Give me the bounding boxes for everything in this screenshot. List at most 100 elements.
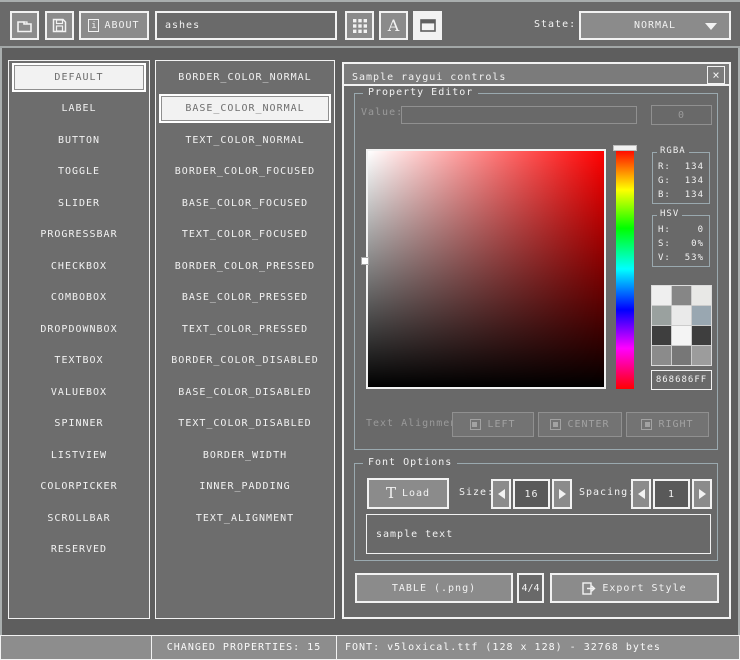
palette-swatch[interactable] bbox=[652, 306, 671, 325]
close-button[interactable]: × bbox=[707, 66, 725, 84]
spacing-value-box[interactable]: 1 bbox=[653, 479, 690, 509]
list-item-listview[interactable]: LISTVIEW bbox=[12, 441, 146, 470]
prop-border-color-focused[interactable]: BORDER_COLOR_FOCUSED bbox=[159, 157, 331, 186]
list-item-reserved[interactable]: RESERVED bbox=[12, 535, 146, 564]
list-item-combobox[interactable]: COMBOBOX bbox=[12, 283, 146, 312]
prop-border-width[interactable]: BORDER_WIDTH bbox=[159, 441, 331, 470]
list-item-textbox[interactable]: TEXTBOX bbox=[12, 346, 146, 375]
palette-swatch[interactable] bbox=[672, 286, 691, 305]
prop-text-alignment[interactable]: TEXT_ALIGNMENT bbox=[159, 504, 331, 533]
size-value-box[interactable]: 16 bbox=[513, 479, 550, 509]
prop-border-color-pressed[interactable]: BORDER_COLOR_PRESSED bbox=[159, 252, 331, 281]
palette-swatch[interactable] bbox=[672, 326, 691, 345]
prop-base-color-normal[interactable]: BASE_COLOR_NORMAL bbox=[159, 94, 331, 123]
palette-swatch[interactable] bbox=[652, 346, 671, 365]
save-style-button[interactable] bbox=[45, 11, 74, 40]
list-item-colorpicker[interactable]: COLORPICKER bbox=[12, 472, 146, 501]
rguistyler-app: i ABOUT A State: NORMAL bbox=[0, 0, 740, 660]
style-color-palette bbox=[651, 285, 712, 366]
palette-swatch[interactable] bbox=[692, 306, 711, 325]
hsv-group: HSV H:0 S:0% V:53% bbox=[652, 215, 710, 267]
arrow-right-icon bbox=[699, 489, 706, 499]
list-item-valuebox[interactable]: VALUEBOX bbox=[12, 378, 146, 407]
value-slider[interactable] bbox=[401, 106, 637, 124]
about-button-label: ABOUT bbox=[104, 20, 139, 31]
align-center-button[interactable]: CENTER bbox=[538, 412, 622, 437]
edit-font-button[interactable]: A bbox=[379, 11, 408, 40]
list-item-spinner[interactable]: SPINNER bbox=[12, 409, 146, 438]
close-icon: × bbox=[712, 68, 719, 82]
value-box[interactable]: 0 bbox=[651, 105, 712, 125]
list-item-toggle[interactable]: TOGGLE bbox=[12, 157, 146, 186]
rgba-group: RGBA R:134 G:134 B:134 bbox=[652, 152, 710, 204]
color-picker-marker[interactable] bbox=[361, 257, 369, 265]
list-item-label[interactable]: LABEL bbox=[12, 94, 146, 123]
export-format-button[interactable]: TABLE (.png) bbox=[355, 573, 513, 603]
open-style-button[interactable] bbox=[10, 11, 39, 40]
palette-swatch[interactable] bbox=[652, 326, 671, 345]
sample-text: sample text bbox=[376, 529, 453, 540]
list-item-progressbar[interactable]: PROGRESSBAR bbox=[12, 220, 146, 249]
statusbar-font-info: FONT: v5loxical.ttf (128 x 128) - 32768 … bbox=[336, 635, 740, 660]
spacing-decrease-button[interactable] bbox=[631, 479, 651, 509]
rgba-title: RGBA bbox=[657, 146, 689, 156]
about-button[interactable]: i ABOUT bbox=[79, 11, 149, 40]
controls-listview: DEFAULT LABEL BUTTON TOGGLE SLIDER PROGR… bbox=[8, 60, 150, 619]
list-item-scrollbar[interactable]: SCROLLBAR bbox=[12, 504, 146, 533]
hue-slider-handle[interactable] bbox=[613, 145, 637, 151]
export-format-pager[interactable]: 4/4 bbox=[517, 573, 544, 603]
window-titlebar[interactable]: Sample raygui controls × bbox=[344, 64, 729, 86]
show-controls-window-button[interactable] bbox=[413, 11, 442, 40]
prop-text-color-normal[interactable]: TEXT_COLOR_NORMAL bbox=[159, 126, 331, 155]
spacing-value: 1 bbox=[668, 489, 675, 500]
load-font-button[interactable]: T Load bbox=[367, 478, 449, 509]
rgba-row-g: G:134 bbox=[658, 174, 704, 188]
prop-border-color-normal[interactable]: BORDER_COLOR_NORMAL bbox=[159, 63, 331, 92]
align-left-button[interactable]: LEFT bbox=[452, 412, 534, 437]
state-dropdown[interactable]: NORMAL bbox=[579, 11, 731, 40]
value-label: Value: bbox=[361, 107, 403, 118]
palette-swatch[interactable] bbox=[652, 286, 671, 305]
prop-text-color-pressed[interactable]: TEXT_COLOR_PRESSED bbox=[159, 315, 331, 344]
floppy-icon bbox=[52, 18, 67, 33]
palette-swatch[interactable] bbox=[672, 346, 691, 365]
list-item-checkbox[interactable]: CHECKBOX bbox=[12, 252, 146, 281]
list-item-dropdownbox[interactable]: DROPDOWNBOX bbox=[12, 315, 146, 344]
palette-swatch[interactable] bbox=[692, 286, 711, 305]
properties-listview: BORDER_COLOR_NORMAL BASE_COLOR_NORMAL TE… bbox=[155, 60, 335, 619]
arrow-right-icon bbox=[559, 489, 566, 499]
list-item-default[interactable]: DEFAULT bbox=[12, 63, 146, 92]
prop-base-color-pressed[interactable]: BASE_COLOR_PRESSED bbox=[159, 283, 331, 312]
palette-swatch[interactable] bbox=[692, 346, 711, 365]
hex-color-input[interactable]: 868686FF bbox=[651, 370, 712, 390]
hsv-row-v: V:53% bbox=[658, 251, 704, 265]
prop-inner-padding[interactable]: INNER_PADDING bbox=[159, 472, 331, 501]
prop-text-color-disabled[interactable]: TEXT_COLOR_DISABLED bbox=[159, 409, 331, 438]
export-format-pages: 4/4 bbox=[521, 583, 539, 594]
arrow-left-icon bbox=[498, 489, 505, 499]
palette-swatch[interactable] bbox=[692, 326, 711, 345]
align-right-button[interactable]: RIGHT bbox=[626, 412, 709, 437]
spacing-increase-button[interactable] bbox=[692, 479, 712, 509]
size-decrease-button[interactable] bbox=[491, 479, 511, 509]
list-item-slider[interactable]: SLIDER bbox=[12, 189, 146, 218]
property-editor-group: Property Editor Value: 0 RGBA R:134 bbox=[354, 93, 718, 450]
color-picker-gradient[interactable] bbox=[366, 149, 606, 389]
size-increase-button[interactable] bbox=[552, 479, 572, 509]
align-right-icon bbox=[641, 419, 652, 430]
window-title: Sample raygui controls bbox=[352, 72, 506, 83]
font-a-icon: A bbox=[388, 18, 400, 34]
window-body: Property Editor Value: 0 RGBA R:134 bbox=[344, 86, 729, 615]
style-name-input[interactable] bbox=[155, 11, 337, 40]
hue-slider[interactable] bbox=[616, 149, 634, 389]
prop-base-color-focused[interactable]: BASE_COLOR_FOCUSED bbox=[159, 189, 331, 218]
export-style-button[interactable]: Export Style bbox=[550, 573, 719, 603]
edit-palette-button[interactable] bbox=[345, 11, 374, 40]
palette-swatch[interactable] bbox=[672, 306, 691, 325]
prop-base-color-disabled[interactable]: BASE_COLOR_DISABLED bbox=[159, 378, 331, 407]
prop-border-color-disabled[interactable]: BORDER_COLOR_DISABLED bbox=[159, 346, 331, 375]
list-item-button[interactable]: BUTTON bbox=[12, 126, 146, 155]
prop-text-color-focused[interactable]: TEXT_COLOR_FOCUSED bbox=[159, 220, 331, 249]
sample-text-box[interactable]: sample text bbox=[366, 514, 711, 554]
state-dropdown-value: NORMAL bbox=[634, 20, 676, 31]
